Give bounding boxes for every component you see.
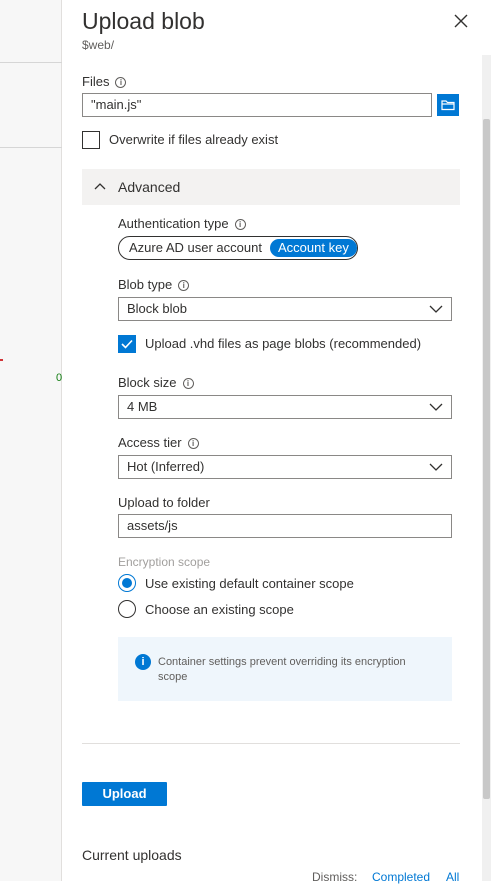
blob-type-label: Blob type: [118, 277, 173, 292]
block-size-label: Block size: [118, 375, 177, 390]
radio-existing-scope-label: Choose an existing scope: [145, 602, 294, 617]
info-icon[interactable]: i: [234, 219, 246, 230]
upload-folder-label: Upload to folder: [118, 495, 210, 510]
radio-default-container-scope-label: Use existing default container scope: [145, 576, 354, 591]
info-icon[interactable]: i: [182, 378, 194, 389]
auth-type-toggle: Azure AD user account Account key: [118, 236, 358, 260]
files-label-row: Files i: [82, 74, 127, 89]
files-input[interactable]: "main.js": [82, 93, 432, 117]
encryption-info-message: i Container settings prevent overriding …: [118, 637, 452, 701]
block-size-value: 4 MB: [127, 399, 158, 414]
access-tier-value: Hot (Inferred): [127, 459, 205, 474]
auth-option-account-key[interactable]: Account key: [270, 239, 357, 257]
background-divider: [0, 62, 62, 63]
radio-existing-scope[interactable]: [118, 600, 136, 618]
auth-label: Authentication type: [118, 216, 229, 231]
browse-files-button[interactable]: [437, 94, 459, 116]
files-label: Files: [82, 74, 110, 89]
block-size-label-row: Block size i: [118, 375, 194, 390]
encryption-info-text: Container settings prevent overriding it…: [158, 656, 406, 683]
access-tier-label-row: Access tier i: [118, 435, 199, 450]
vhd-label: Upload .vhd files as page blobs (recomme…: [145, 336, 422, 351]
background-divider: [0, 147, 62, 148]
info-filled-icon: i: [135, 654, 151, 670]
dismiss-label: Dismiss:: [312, 870, 358, 884]
panel-title: Upload blob: [82, 8, 205, 34]
blob-type-select[interactable]: Block blob: [118, 297, 452, 321]
footer-divider: [82, 743, 460, 744]
info-icon[interactable]: i: [187, 438, 199, 449]
chevron-up-icon: [94, 183, 106, 190]
advanced-section-toggle[interactable]: Advanced: [82, 169, 460, 205]
scrollbar-thumb[interactable]: [483, 119, 490, 799]
overwrite-label: Overwrite if files already exist: [109, 132, 279, 147]
scrollbar[interactable]: [482, 55, 491, 881]
encryption-scope-label: Encryption scope: [118, 555, 211, 569]
current-uploads-heading: Current uploads: [82, 847, 182, 863]
info-icon[interactable]: i: [178, 280, 190, 291]
background-marker: [0, 359, 3, 361]
panel-subtitle: $web/: [82, 38, 115, 52]
background-page: 0: [0, 0, 62, 881]
vhd-page-blob-checkbox[interactable]: [118, 335, 136, 353]
chevron-down-icon: [429, 403, 443, 411]
blob-type-value: Block blob: [127, 301, 187, 316]
dismiss-all-link[interactable]: All: [446, 870, 459, 884]
upload-blob-panel: Upload blob $web/ Files i "main.js" Overw…: [62, 0, 491, 884]
close-icon: [454, 14, 468, 28]
block-size-select[interactable]: 4 MB: [118, 395, 452, 419]
chevron-down-icon: [429, 305, 443, 313]
access-tier-select[interactable]: Hot (Inferred): [118, 455, 452, 479]
folder-icon: [441, 100, 455, 111]
upload-folder-input[interactable]: assets/js: [118, 514, 452, 538]
chevron-down-icon: [429, 463, 443, 471]
close-button[interactable]: [450, 10, 472, 32]
upload-button[interactable]: Upload: [82, 782, 167, 806]
access-tier-label: Access tier: [118, 435, 182, 450]
checkmark-icon: [121, 339, 133, 349]
overwrite-checkbox[interactable]: [82, 131, 100, 149]
advanced-label: Advanced: [118, 179, 181, 195]
auth-option-azure-ad[interactable]: Azure AD user account: [121, 239, 270, 257]
auth-label-row: Authentication type i: [118, 216, 246, 231]
radio-default-container-scope[interactable]: [118, 574, 136, 592]
blob-type-label-row: Blob type i: [118, 277, 190, 292]
info-icon[interactable]: i: [115, 77, 127, 88]
dismiss-completed-link[interactable]: Completed: [372, 870, 430, 884]
